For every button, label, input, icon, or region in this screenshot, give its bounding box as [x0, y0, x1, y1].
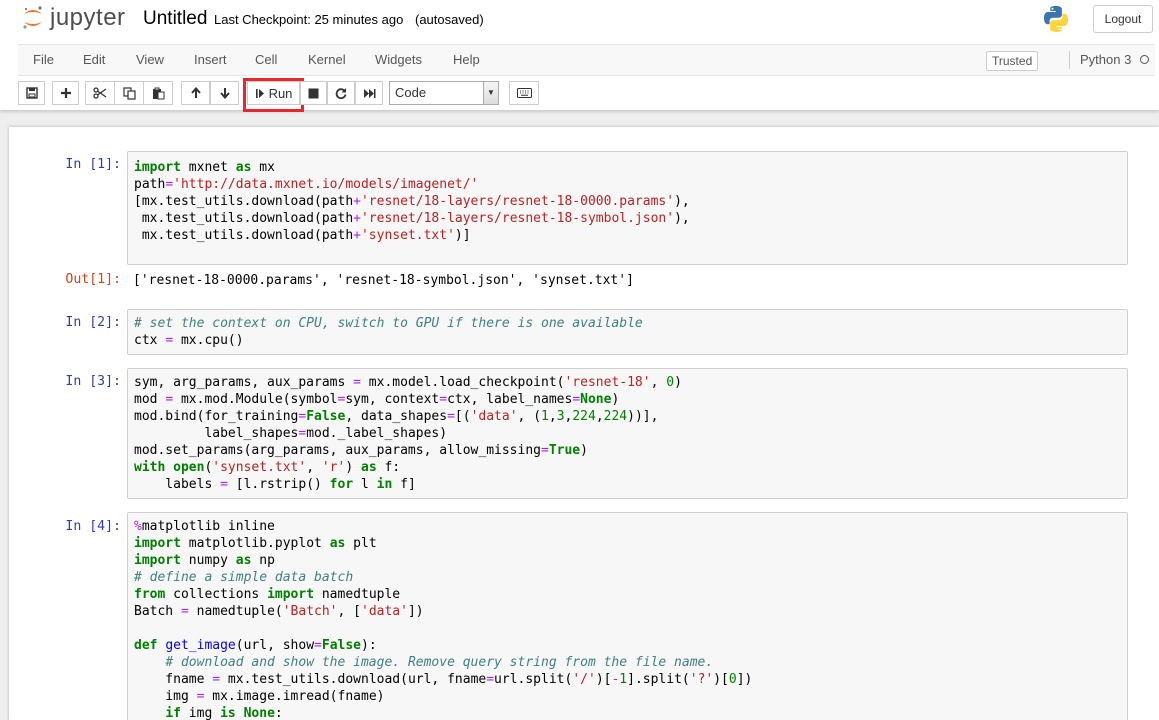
- code-cell-input[interactable]: import mxnet as mx path='http://data.mxn…: [127, 151, 1128, 265]
- input-prompt: In [4]:: [65, 519, 121, 534]
- menu-file[interactable]: File: [33, 52, 54, 67]
- paste-button[interactable]: [143, 81, 173, 105]
- menu-view[interactable]: View: [136, 52, 164, 67]
- kernel-separator: [1069, 51, 1070, 69]
- copy-button[interactable]: [114, 81, 144, 105]
- save-icon: [25, 87, 38, 99]
- menu-help[interactable]: Help: [453, 52, 480, 67]
- jupyter-logo-icon: [23, 6, 42, 29]
- arrow-up-icon: [190, 87, 201, 98]
- code-cell-input[interactable]: sym, arg_params, aux_params = mx.model.l…: [127, 368, 1128, 499]
- code-cell-input[interactable]: # set the context on CPU, switch to GPU …: [127, 309, 1128, 355]
- jupyter-logo[interactable]: jupyter: [22, 5, 126, 31]
- trusted-indicator[interactable]: Trusted: [986, 51, 1039, 71]
- cell-output: ['resnet-18-0000.params', 'resnet-18-sym…: [133, 273, 634, 288]
- restart-icon: [335, 88, 347, 99]
- input-prompt: In [3]:: [65, 374, 121, 389]
- kernel-name[interactable]: Python 3: [1080, 52, 1131, 67]
- notebook-name[interactable]: Untitled: [143, 8, 207, 30]
- code-text: %matplotlib inline import matplotlib.pyp…: [134, 519, 753, 720]
- save-button[interactable]: [18, 81, 45, 105]
- stop-icon: [308, 88, 319, 98]
- menubar: File Edit View Insert Cell Kernel Widget…: [18, 44, 1155, 76]
- menu-widgets[interactable]: Widgets: [375, 52, 422, 67]
- code-cell-input[interactable]: %matplotlib inline import matplotlib.pyp…: [127, 512, 1128, 720]
- command-palette-button[interactable]: [509, 81, 539, 105]
- header: jupyter Untitled Last Checkpoint: 25 min…: [0, 0, 1159, 112]
- autosave-status: (autosaved): [415, 12, 484, 27]
- cut-button[interactable]: [85, 81, 115, 105]
- code-text: sym, arg_params, aux_params = mx.model.l…: [134, 375, 682, 492]
- code-text: import mxnet as mx path='http://data.mxn…: [134, 160, 690, 243]
- jupyter-logo-text: jupyter: [50, 4, 126, 31]
- restart-run-all-button[interactable]: [355, 81, 383, 105]
- menu-kernel[interactable]: Kernel: [308, 52, 346, 67]
- keyboard-icon: [516, 88, 532, 98]
- cut-icon: [93, 87, 107, 99]
- interrupt-button[interactable]: [300, 81, 327, 105]
- input-prompt: In [1]:: [65, 157, 121, 172]
- code-text: # set the context on CPU, switch to GPU …: [134, 316, 643, 348]
- move-down-button[interactable]: [210, 81, 239, 105]
- fast-forward-icon: [363, 88, 375, 98]
- run-button-highlight: [243, 78, 304, 112]
- paste-icon: [152, 87, 164, 99]
- menu-insert[interactable]: Insert: [194, 52, 227, 67]
- python-logo-icon: [1044, 6, 1068, 32]
- kernel-idle-icon: [1140, 55, 1149, 64]
- cell-type-select[interactable]: Code ▼: [389, 81, 499, 105]
- restart-button[interactable]: [327, 81, 355, 105]
- input-prompt: In [2]:: [65, 315, 121, 330]
- cell-type-value: Code: [395, 85, 427, 100]
- plus-icon: [60, 88, 71, 98]
- notebook-container: In [1]: import mxnet as mx path='http://…: [9, 127, 1159, 720]
- copy-icon: [122, 86, 136, 100]
- insert-cell-button[interactable]: [52, 81, 79, 105]
- logout-button[interactable]: Logout: [1093, 5, 1153, 33]
- menu-cell[interactable]: Cell: [255, 52, 277, 67]
- arrow-down-icon: [219, 88, 230, 99]
- chevron-down-icon: ▼: [483, 82, 498, 104]
- move-up-button[interactable]: [181, 81, 210, 105]
- checkpoint-status: Last Checkpoint: 25 minutes ago: [214, 12, 404, 27]
- output-prompt: Out[1]:: [65, 272, 121, 287]
- menu-edit[interactable]: Edit: [83, 52, 105, 67]
